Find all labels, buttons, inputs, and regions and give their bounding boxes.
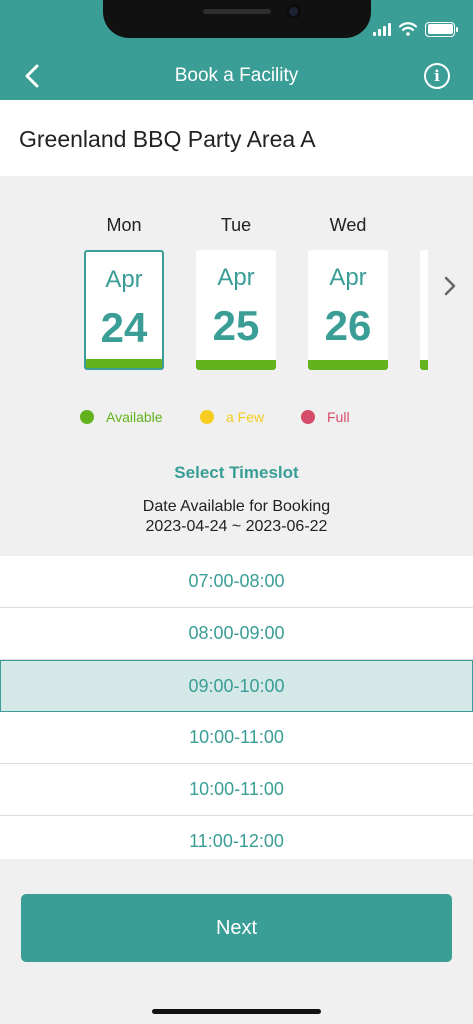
wifi-icon xyxy=(399,22,417,36)
battery-icon xyxy=(425,21,458,37)
timeslot-section-title: Select Timeslot xyxy=(174,463,299,482)
date-column: Tue Apr 25 xyxy=(196,212,276,370)
date-column: Mon Apr 24 xyxy=(84,212,164,370)
timeslot-item[interactable]: 08:00-09:00 xyxy=(0,608,473,660)
timeslot-item[interactable]: 11:00-12:00 xyxy=(0,816,473,859)
available-dot-icon xyxy=(80,410,94,424)
timeslot-item[interactable]: 10:00-11:00 xyxy=(0,764,473,816)
weekday-label: Tue xyxy=(220,215,252,235)
booking-range-label: Date Available for Booking xyxy=(142,498,331,515)
home-indicator[interactable] xyxy=(152,1009,321,1014)
next-button[interactable]: Next xyxy=(21,894,452,962)
day-number: 26 xyxy=(324,302,372,349)
page-title: Book a Facility xyxy=(174,65,299,86)
weekday-label: Mon xyxy=(106,215,142,235)
date-card[interactable]: Apr 26 xyxy=(308,250,388,370)
header-bar: Book a Facility i xyxy=(0,0,473,100)
device-notch xyxy=(103,0,371,38)
camera-icon xyxy=(286,4,301,19)
timeslot-item[interactable]: 10:00-11:00 xyxy=(0,712,473,764)
chevron-right-icon xyxy=(444,276,456,296)
legend-label: Available xyxy=(106,409,163,425)
availability-bar xyxy=(308,360,388,370)
availability-bar xyxy=(196,360,276,370)
facility-name: Greenland BBQ Party Area A xyxy=(19,126,316,152)
date-card[interactable]: Apr 25 xyxy=(196,250,276,370)
facility-header: Greenland BBQ Party Area A xyxy=(0,100,473,176)
signal-icon xyxy=(373,22,391,36)
legend-few: a Few xyxy=(200,407,264,427)
info-button[interactable]: i xyxy=(424,63,450,89)
weekday-label: Wed xyxy=(329,215,367,235)
full-dot-icon xyxy=(301,410,315,424)
next-dates-button[interactable] xyxy=(438,272,462,300)
battery-level xyxy=(427,24,453,34)
legend-label: Full xyxy=(327,409,350,425)
day-number: 24 xyxy=(100,304,148,351)
booking-range-value: 2023-04-24 ~ 2023-06-22 xyxy=(145,518,328,535)
month-label: Apr xyxy=(217,264,255,291)
timeslot-item-selected[interactable]: 09:00-10:00 xyxy=(0,660,473,712)
legend-available: Available xyxy=(80,407,163,427)
timeslot-item[interactable]: 07:00-08:00 xyxy=(0,556,473,608)
month-label: Apr xyxy=(329,264,367,291)
availability-bar xyxy=(86,359,162,368)
month-label: Apr xyxy=(105,266,143,293)
day-number: 25 xyxy=(212,302,260,349)
speaker-grille xyxy=(203,9,271,14)
status-bar-icons xyxy=(373,20,458,38)
few-dot-icon xyxy=(200,410,214,424)
timeslot-list[interactable]: 07:00-08:00 08:00-09:00 09:00-10:00 10:0… xyxy=(0,556,473,859)
legend-full: Full xyxy=(301,407,350,427)
availability-bar xyxy=(420,360,428,370)
date-card-selected[interactable]: Apr 24 xyxy=(84,250,164,370)
date-column: Wed Apr 26 xyxy=(308,212,388,370)
legend-label: a Few xyxy=(226,409,265,425)
date-card-partial[interactable] xyxy=(420,250,428,370)
info-icon: i xyxy=(434,67,440,85)
